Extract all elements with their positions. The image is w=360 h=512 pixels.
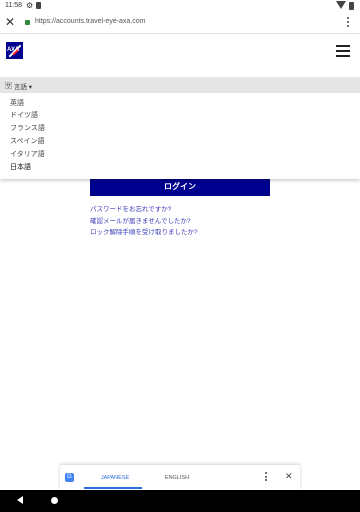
battery-icon: [349, 2, 354, 10]
site-header: AXA: [0, 35, 360, 75]
language-dropdown-menu: 英語 ドイツ語 フランス語 スペイン語 イタリア語 日本語: [0, 93, 360, 179]
tab-active-indicator: [84, 487, 142, 489]
close-tab-icon[interactable]: ✕: [5, 15, 15, 29]
hamburger-menu-icon[interactable]: [336, 45, 350, 57]
login-button[interactable]: ログイン: [90, 178, 270, 196]
language-option-japanese[interactable]: 日本語: [10, 162, 31, 172]
language-selector-label[interactable]: 言語 ▾: [14, 81, 32, 91]
unlock-instructions-link[interactable]: ロック解除手順を受け取りましたか?: [90, 226, 198, 236]
language-option-english[interactable]: 英語: [10, 98, 24, 108]
google-translate-icon: G: [65, 473, 74, 482]
notification-icon: [36, 2, 41, 9]
translate-more-icon[interactable]: [265, 472, 268, 483]
status-time: 11:58: [5, 2, 22, 9]
translate-icon: 🈂: [5, 83, 12, 90]
settings-icon: ⚙: [26, 1, 34, 10]
browser-toolbar: ✕ https://accounts.travel-eye-axa.com: [0, 12, 360, 34]
forgot-password-link[interactable]: パスワードをお忘れですか?: [90, 203, 198, 213]
translate-close-icon[interactable]: ✕: [285, 471, 293, 482]
url-text[interactable]: https://accounts.travel-eye-axa.com: [35, 18, 146, 25]
status-bar: 11:58 ⚙: [0, 0, 360, 12]
tab-english[interactable]: ENGLISH: [152, 475, 202, 481]
system-nav-bar: [0, 490, 360, 512]
tab-japanese[interactable]: JAPANESE: [90, 475, 140, 481]
language-option-spanish[interactable]: スペイン語: [10, 136, 45, 146]
axa-logo[interactable]: AXA: [6, 42, 23, 59]
logo-text: AXA: [7, 47, 19, 53]
help-links: パスワードをお忘れですか? 確認メールが届きませんでしたか? ロック解除手順を受…: [90, 203, 198, 238]
language-selector[interactable]: 🈂 言語 ▾: [0, 77, 360, 93]
resend-confirmation-link[interactable]: 確認メールが届きませんでしたか?: [90, 215, 198, 225]
translate-bar: G JAPANESE ENGLISH ✕: [60, 465, 300, 490]
language-option-italian[interactable]: イタリア語: [10, 149, 45, 159]
language-option-french[interactable]: フランス語: [10, 123, 45, 133]
browser-menu-icon[interactable]: [347, 17, 350, 29]
back-icon[interactable]: [17, 496, 23, 504]
language-option-german[interactable]: ドイツ語: [10, 110, 38, 120]
lock-icon: [25, 20, 30, 25]
home-icon[interactable]: [51, 497, 58, 504]
wifi-icon: [336, 1, 346, 9]
